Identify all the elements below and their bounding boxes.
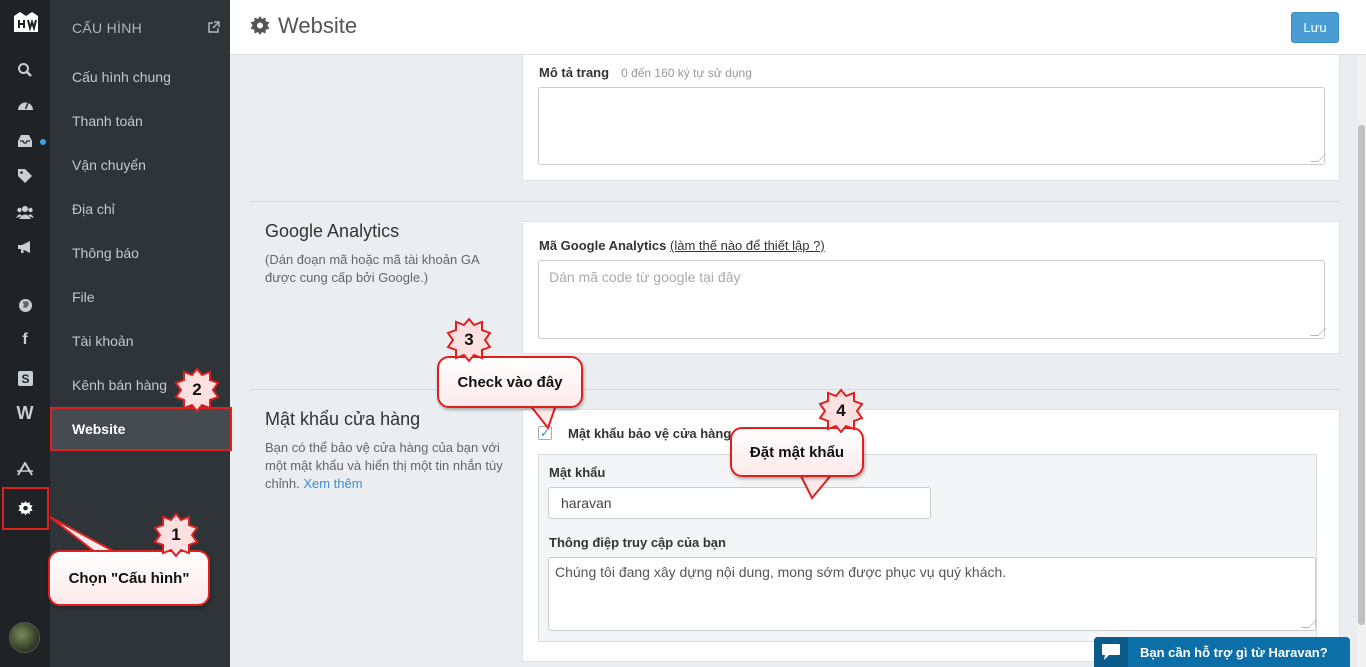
top-bar: Website Lưu <box>230 0 1366 55</box>
sidebar-header: CẤU HÌNH <box>50 0 230 55</box>
page-description-textarea[interactable] <box>538 87 1326 165</box>
page-description-hint: 0 đến 160 ký tự sử dụng <box>621 66 752 80</box>
password-card: ✓ Mật khẩu bảo vệ cửa hàng Mật khẩu hara… <box>522 409 1340 662</box>
page-description-card: Mô tả trang 0 đến 160 ký tự sử dụng <box>522 55 1340 181</box>
apps-icon[interactable] <box>0 454 50 484</box>
logo-icon[interactable] <box>10 8 42 38</box>
page-title: Website <box>250 13 357 39</box>
settings-button[interactable] <box>2 487 49 530</box>
see-more-link[interactable]: Xem thêm <box>303 476 362 491</box>
sidebar-item-address[interactable]: Địa chỉ <box>50 187 230 231</box>
annotation-3-badge: 3 <box>446 317 492 363</box>
password-input[interactable]: haravan <box>548 487 931 519</box>
dashboard-icon[interactable] <box>0 90 50 120</box>
password-protect-checkbox[interactable]: ✓ <box>538 426 552 440</box>
message-label: Thông điệp truy cập của bạn <box>549 535 726 550</box>
scrollbar-thumb[interactable] <box>1358 125 1365 625</box>
globe-icon[interactable] <box>0 290 50 320</box>
icon-rail: f S W <box>0 0 50 667</box>
password-settings-panel: Mật khẩu haravan Thông điệp truy cập của… <box>538 454 1317 642</box>
svg-text:S: S <box>21 372 29 386</box>
password-label: Mật khẩu <box>549 465 606 480</box>
ga-field-label: Mã Google Analytics (làm thế nào để thiế… <box>539 238 825 253</box>
scrollbar[interactable] <box>1357 55 1366 667</box>
annotation-4-pointer <box>798 473 835 500</box>
password-protect-label: Mật khẩu bảo vệ cửa hàng <box>568 426 732 441</box>
annotation-1-callout: Chọn "Cấu hình" <box>48 550 210 606</box>
annotation-3-callout: Check vào đây <box>437 356 583 408</box>
section-divider <box>250 389 1340 390</box>
ga-section-title: Google Analytics <box>265 221 400 241</box>
avatar[interactable] <box>9 622 40 653</box>
megaphone-icon[interactable] <box>0 232 50 262</box>
chat-icon <box>1094 637 1128 667</box>
save-button[interactable]: Lưu <box>1291 12 1339 43</box>
facebook-icon[interactable]: f <box>0 325 50 355</box>
page-title-text: Website <box>278 13 358 38</box>
ga-help-link[interactable]: (làm thế nào để thiết lập ?) <box>670 238 825 253</box>
ga-code-textarea[interactable]: Dán mã code từ google tại đây <box>538 260 1326 339</box>
sidebar-item-file[interactable]: File <box>50 275 230 319</box>
users-icon[interactable] <box>0 197 50 227</box>
section-divider <box>250 201 1340 202</box>
password-section-title: Mật khẩu cửa hàng <box>265 409 421 429</box>
sidebar-item-website[interactable]: Website <box>50 407 232 451</box>
annotation-1-badge: 1 <box>153 512 199 558</box>
support-chat-widget[interactable]: Bạn cần hỗ trợ gì từ Haravan? <box>1094 637 1350 667</box>
gear-icon <box>250 16 270 35</box>
gear-icon <box>18 501 33 516</box>
sidebar-item-payment[interactable]: Thanh toán <box>50 99 230 143</box>
sidebar-item-notifications[interactable]: Thông báo <box>50 231 230 275</box>
external-link-icon[interactable] <box>207 21 220 34</box>
s-icon[interactable]: S <box>0 363 50 393</box>
sidebar-item-account[interactable]: Tài khoản <box>50 319 230 363</box>
tag-icon[interactable] <box>0 161 50 191</box>
message-textarea[interactable]: Chúng tôi đang xây dựng nội dung, mong s… <box>548 557 1317 631</box>
password-section-description: Bạn có thể bảo vệ cửa hàng của bạn với m… <box>265 440 503 491</box>
sidebar-header-label: CẤU HÌNH <box>72 19 143 36</box>
chat-label: Bạn cần hỗ trợ gì từ Haravan? <box>1140 644 1328 660</box>
ga-card: Mã Google Analytics (làm thế nào để thiế… <box>522 221 1340 354</box>
w-icon[interactable]: W <box>0 398 50 428</box>
annotation-4-badge: 4 <box>818 388 864 434</box>
sidebar-item-general[interactable]: Cấu hình chung <box>50 55 230 99</box>
annotation-2-badge: 2 <box>174 367 220 413</box>
page-description-label: Mô tả trang 0 đến 160 ký tự sử dụng <box>539 65 752 80</box>
notification-dot <box>40 139 46 145</box>
search-icon[interactable] <box>0 55 50 85</box>
annotation-4-callout: Đặt mật khẩu <box>730 427 864 477</box>
ga-section-description: (Dán đoạn mã hoặc mã tài khoản GA được c… <box>265 252 479 285</box>
sidebar-item-shipping[interactable]: Vận chuyển <box>50 143 230 187</box>
